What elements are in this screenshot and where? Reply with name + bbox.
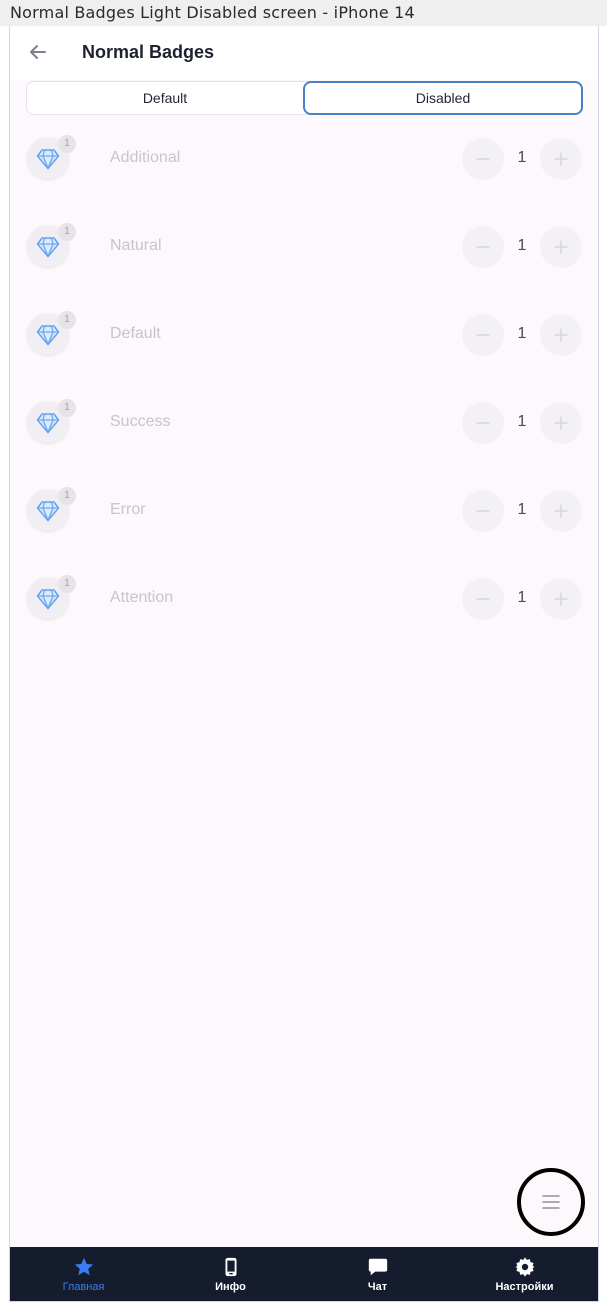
nav-item-home[interactable]: Главная (10, 1247, 157, 1301)
diamond-icon (36, 589, 60, 610)
nav-item-chat[interactable]: Чат (304, 1247, 451, 1301)
list-item-additional: 1 Additional 1 (10, 115, 598, 203)
list-item-default: 1 Default 1 (10, 291, 598, 379)
nav-label-settings: Настройки (495, 1281, 554, 1293)
row-label: Success (110, 413, 171, 430)
stepper-value: 1 (517, 501, 527, 518)
row-label: Error (110, 501, 146, 518)
row-label: Attention (110, 589, 174, 606)
star-icon (73, 1256, 95, 1278)
badge-list: 1 Additional 1 1 Natural 1 1 Default 1 1… (10, 115, 598, 643)
increment-button[interactable] (540, 226, 582, 268)
diamond-icon (36, 325, 60, 346)
nav-item-info[interactable]: Инфо (157, 1247, 304, 1301)
decrement-button[interactable] (462, 314, 504, 356)
frame-title: Normal Badges Light Disabled screen - iP… (0, 0, 607, 26)
badge-count: 1 (58, 399, 76, 417)
quantity-stepper: 1 (462, 226, 582, 268)
decrement-button[interactable] (462, 138, 504, 180)
stepper-value: 1 (517, 589, 527, 606)
decrement-button[interactable] (462, 402, 504, 444)
diamond-icon (36, 237, 60, 258)
row-label: Additional (110, 149, 181, 166)
row-label: Default (110, 325, 161, 342)
diamond-icon (36, 501, 60, 522)
app-bar: Normal Badges (10, 26, 598, 80)
minus-icon (476, 334, 490, 336)
diamond-icon (36, 149, 60, 170)
quantity-stepper: 1 (462, 138, 582, 180)
badge-count: 1 (58, 135, 76, 153)
plus-icon (554, 592, 568, 606)
nav-label-home: Главная (62, 1281, 105, 1293)
back-button[interactable] (26, 40, 50, 64)
nav-item-settings[interactable]: Настройки (451, 1247, 598, 1301)
minus-icon (476, 422, 490, 424)
arrow-left-icon (30, 45, 46, 59)
list-item-success: 1 Success 1 (10, 379, 598, 467)
page-title: Normal Badges (82, 42, 215, 62)
minus-icon (476, 510, 490, 512)
minus-icon (476, 598, 490, 600)
list-item-attention: 1 Attention 1 (10, 555, 598, 643)
increment-button[interactable] (540, 314, 582, 356)
stepper-value: 1 (517, 413, 527, 430)
badge-count: 1 (58, 575, 76, 593)
list-item-error: 1 Error 1 (10, 467, 598, 555)
decrement-button[interactable] (462, 226, 504, 268)
nav-label-chat: Чат (367, 1281, 388, 1293)
plus-icon (554, 240, 568, 254)
diamond-icon (36, 413, 60, 434)
row-label: Natural (110, 237, 162, 254)
bottom-nav: Главная Инфо Чат Настройки (10, 1247, 598, 1301)
stepper-value: 1 (517, 149, 527, 166)
segmented-control: Default Disabled (26, 81, 583, 115)
decrement-button[interactable] (462, 578, 504, 620)
menu-fab[interactable] (517, 1168, 585, 1236)
increment-button[interactable] (540, 578, 582, 620)
plus-icon (554, 504, 568, 518)
list-item-natural: 1 Natural 1 (10, 203, 598, 291)
stepper-value: 1 (517, 325, 527, 342)
plus-icon (554, 328, 568, 342)
increment-button[interactable] (540, 402, 582, 444)
menu-icon (542, 1195, 560, 1209)
quantity-stepper: 1 (462, 578, 582, 620)
quantity-stepper: 1 (462, 314, 582, 356)
quantity-stepper: 1 (462, 490, 582, 532)
badge-count: 1 (58, 487, 76, 505)
nav-label-info: Инфо (215, 1281, 246, 1293)
chat-bubble-icon (367, 1256, 389, 1278)
minus-icon (476, 246, 490, 248)
phone-icon (220, 1256, 242, 1278)
decrement-button[interactable] (462, 490, 504, 532)
badge-count: 1 (58, 311, 76, 329)
increment-button[interactable] (540, 138, 582, 180)
minus-icon (476, 158, 490, 160)
plus-icon (554, 416, 568, 430)
stepper-value: 1 (517, 237, 527, 254)
quantity-stepper: 1 (462, 402, 582, 444)
plus-icon (554, 152, 568, 166)
increment-button[interactable] (540, 490, 582, 532)
tab-default[interactable]: Default (27, 82, 303, 114)
badge-count: 1 (58, 223, 76, 241)
tab-disabled[interactable]: Disabled (303, 81, 583, 115)
gear-icon (514, 1256, 536, 1278)
phone-screen: Normal Badges Default Disabled 1 Additio… (9, 26, 599, 1302)
